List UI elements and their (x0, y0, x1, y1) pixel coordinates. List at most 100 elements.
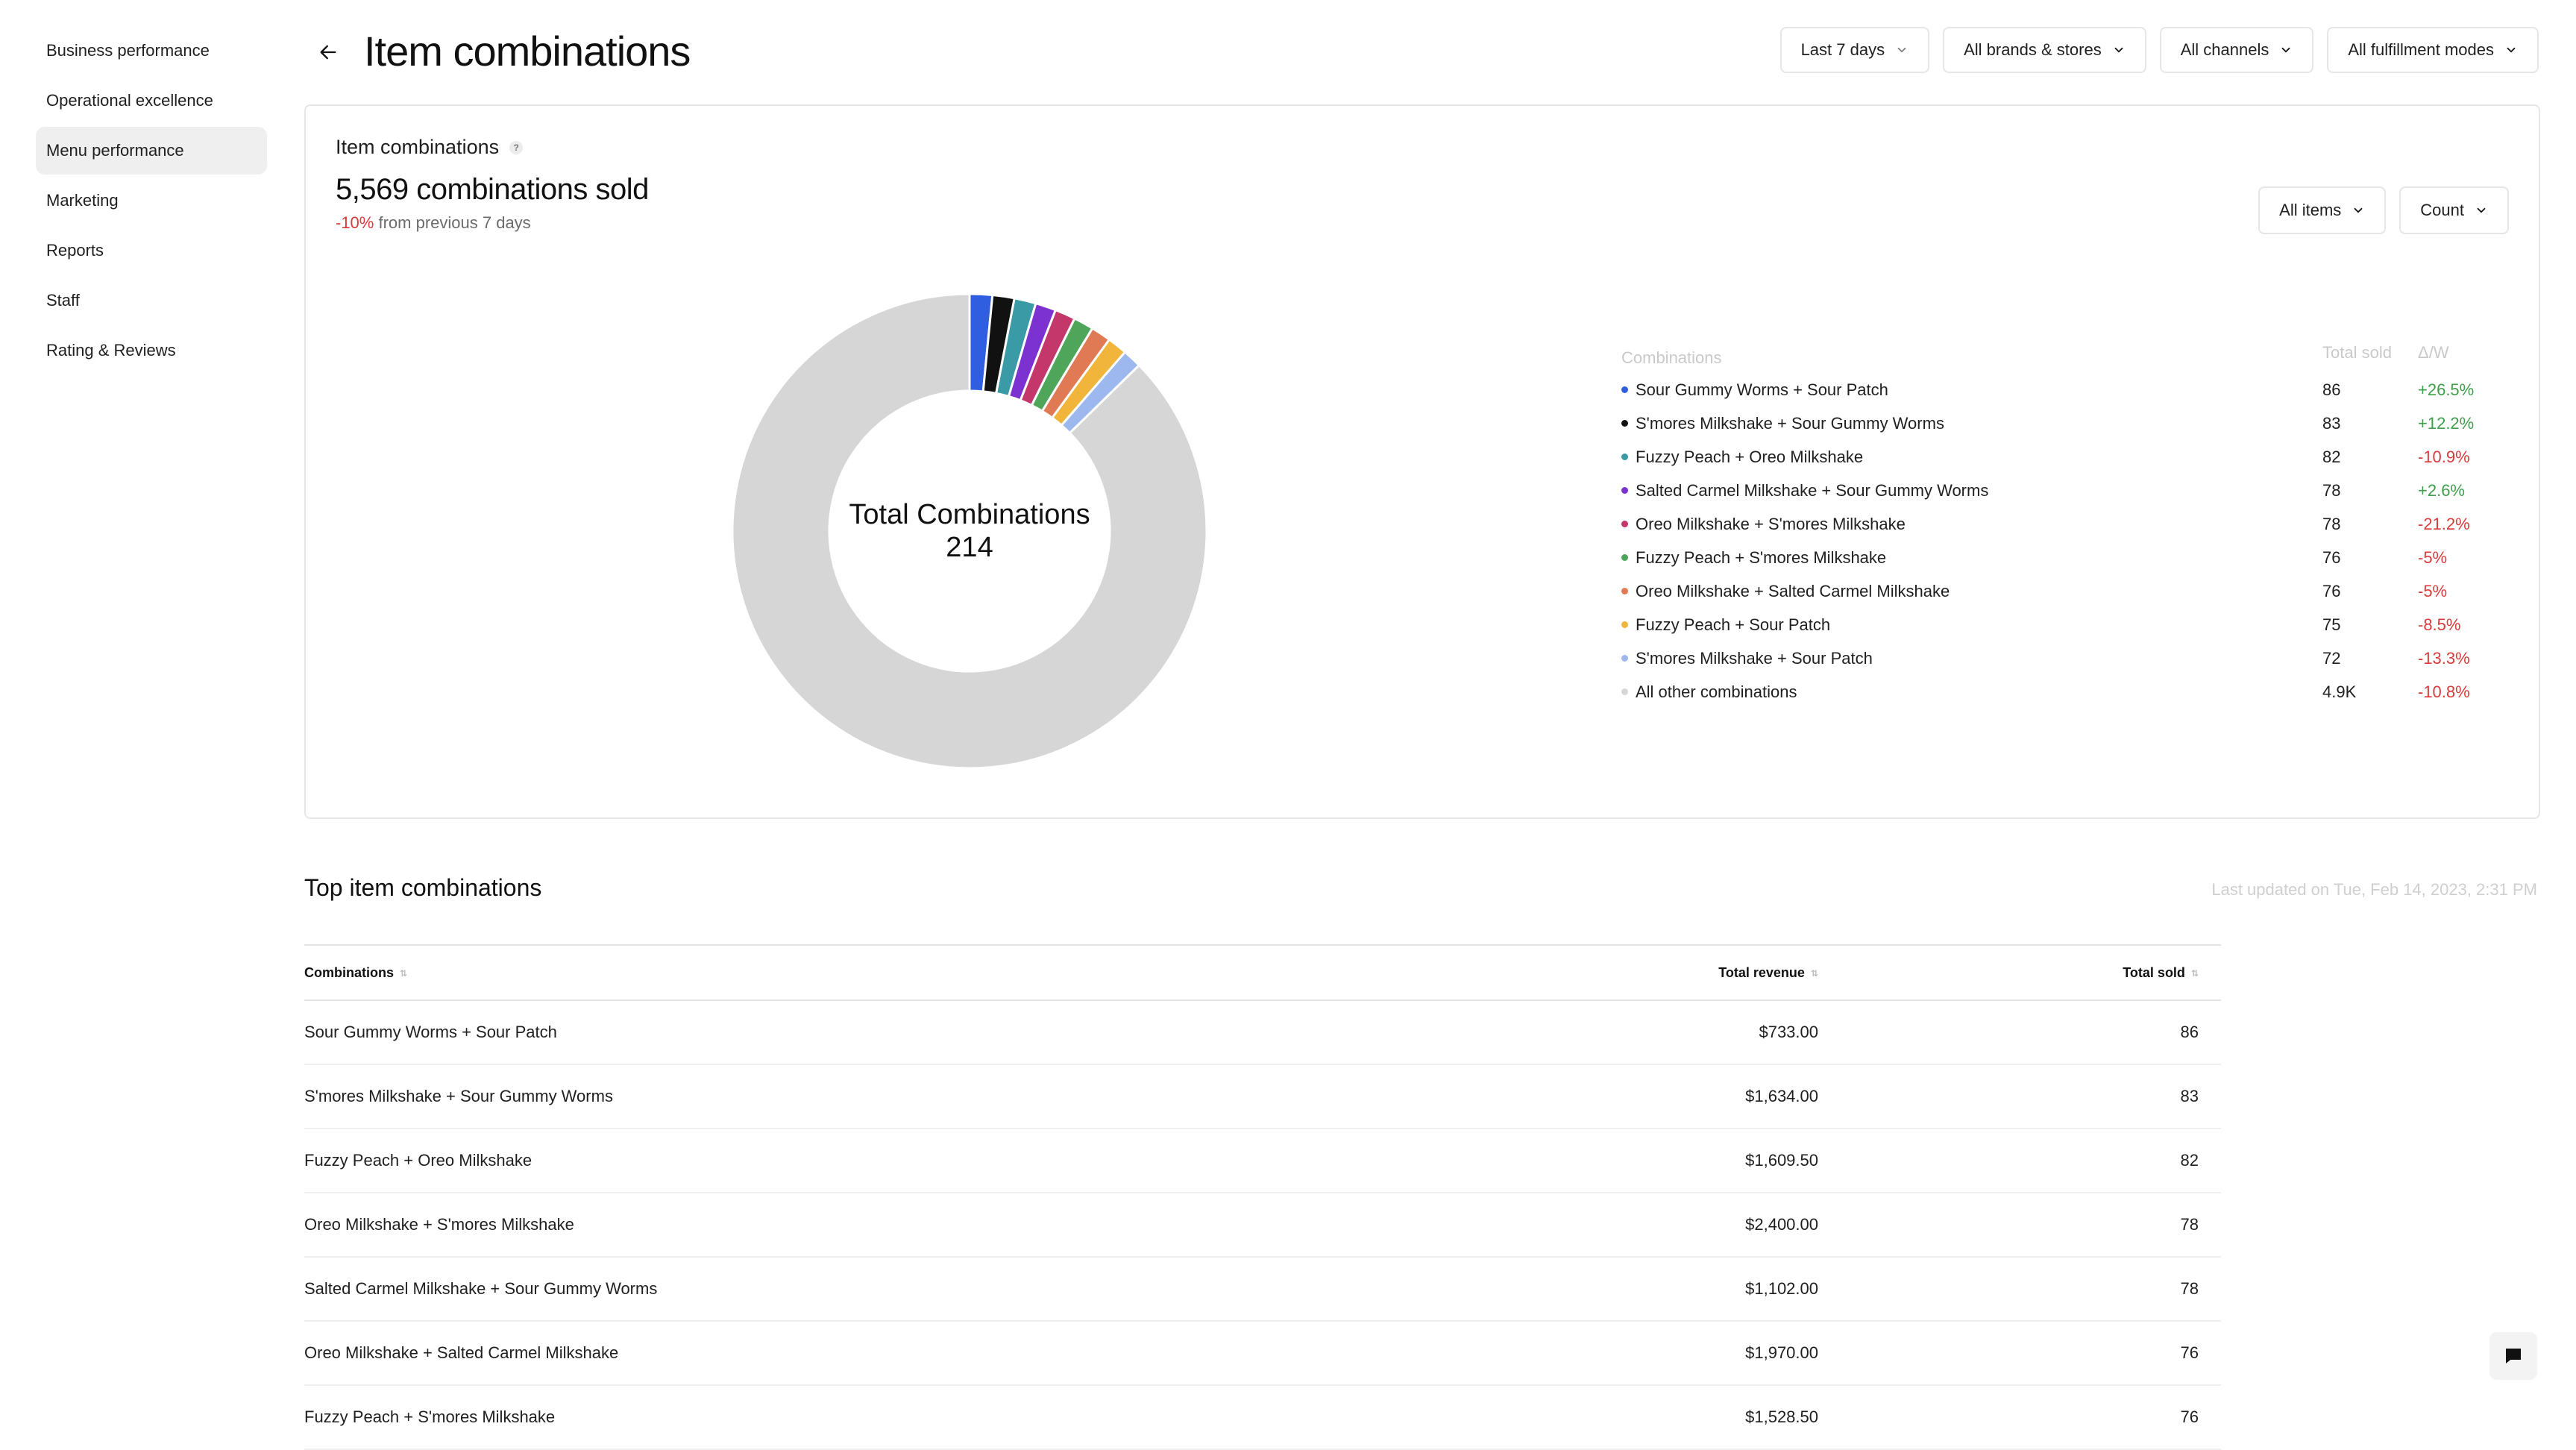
legend-delta: -10.8% (2418, 682, 2470, 701)
table-row[interactable]: Oreo Milkshake + Salted Carmel Milkshake… (304, 1322, 2221, 1386)
items-filter[interactable]: All items (2258, 186, 2387, 234)
sort-icon: ⇅ (1810, 967, 1818, 979)
chat-button[interactable] (2489, 1332, 2537, 1380)
legend-label: S'mores Milkshake + Sour Gummy Worms (1636, 413, 1944, 433)
sort-icon: ⇅ (400, 967, 408, 979)
legend-label: Fuzzy Peach + S'mores Milkshake (1636, 547, 1887, 567)
legend-total-sold: 83 (2322, 413, 2341, 433)
cell-total-sold: 83 (2180, 1087, 2199, 1105)
brands-stores-filter[interactable]: All brands & stores (1943, 27, 2146, 73)
column-header-label: Total sold (2123, 964, 2185, 980)
card-controls: All items Count (2258, 186, 2509, 234)
legend-label: Oreo Milkshake + Salted Carmel Milkshake (1636, 581, 1950, 600)
chevron-down-icon (2281, 47, 2290, 53)
legend-header-total-sold: Total sold (2322, 343, 2392, 362)
page-header: Item combinations Last 7 days All brands… (304, 21, 2539, 84)
question-icon[interactable]: ? (509, 140, 524, 154)
change-summary: -10% from previous 7 days (336, 213, 531, 233)
cell-combination: Oreo Milkshake + S'mores Milkshake (304, 1215, 574, 1234)
sidebar-item-marketing[interactable]: Marketing (36, 177, 267, 225)
cell-total-revenue: $733.00 (1759, 1023, 1818, 1041)
fulfillment-modes-filter[interactable]: All fulfillment modes (2327, 27, 2539, 73)
metric-filter[interactable]: Count (2399, 186, 2509, 234)
legend-delta: +12.2% (2418, 413, 2475, 433)
column-header-combinations[interactable]: Combinations ⇅ (304, 965, 1572, 981)
legend-combination: S'mores Milkshake + Sour Patch (1621, 649, 2322, 668)
legend-table: Combinations Total sold Δ/W Sour Gummy W… (1621, 343, 2487, 709)
sort-icon: ⇅ (2190, 967, 2199, 979)
cell-total-revenue: $1,609.50 (1745, 1151, 1818, 1170)
cell-total-revenue: $1,102.00 (1745, 1279, 1818, 1298)
arrow-left-icon (320, 45, 336, 60)
legend-delta: -21.2% (2418, 514, 2470, 533)
legend-label: Fuzzy Peach + Oreo Milkshake (1636, 447, 1864, 466)
cell-combination: Fuzzy Peach + Oreo Milkshake (304, 1151, 533, 1170)
chevron-down-icon (2354, 207, 2363, 213)
top-combinations-table: Combinations ⇅ Total revenue ⇅ Total sold ⇅… (304, 944, 2221, 1450)
legend-row: Oreo Milkshake + Salted Carmel Milkshake… (1621, 574, 2487, 608)
legend-total-sold: 75 (2322, 615, 2341, 634)
legend-label: Sour Gummy Worms + Sour Patch (1636, 380, 1888, 399)
sidebar: Business performance Operational excelle… (36, 27, 267, 377)
legend-swatch (1621, 386, 1628, 393)
cell-combination: S'mores Milkshake + Sour Gummy Worms (304, 1087, 613, 1105)
sidebar-item-staff[interactable]: Staff (36, 277, 267, 324)
date-range-filter[interactable]: Last 7 days (1779, 27, 1930, 73)
legend-row: S'mores Milkshake + Sour Patch 72 -13.3% (1621, 641, 2487, 675)
legend-label: S'mores Milkshake + Sour Patch (1636, 648, 1873, 668)
legend-row: Sour Gummy Worms + Sour Patch 86 +26.5% (1621, 373, 2487, 407)
sidebar-item-reports[interactable]: Reports (36, 227, 267, 274)
legend-label: All other combinations (1636, 682, 1797, 701)
legend-swatch (1621, 655, 1628, 662)
legend-combination: Oreo Milkshake + S'mores Milkshake (1621, 515, 2322, 534)
back-button[interactable] (313, 37, 343, 67)
legend-delta: -13.3% (2418, 648, 2470, 668)
sidebar-item-menu-performance[interactable]: Menu performance (36, 127, 267, 175)
cell-total-revenue: $1,528.50 (1745, 1407, 1818, 1426)
legend-combination: S'mores Milkshake + Sour Gummy Worms (1621, 414, 2322, 433)
legend-swatch (1621, 420, 1628, 427)
legend-header: Combinations Total sold Δ/W (1621, 343, 2487, 373)
legend-combination: Fuzzy Peach + Sour Patch (1621, 615, 2322, 635)
channels-label: All channels (2180, 40, 2269, 59)
chevron-down-icon (1897, 47, 1906, 53)
table-body: Sour Gummy Worms + Sour Patch $733.00 86 S'… (304, 1001, 2221, 1450)
sidebar-item-business-performance[interactable]: Business performance (36, 27, 267, 75)
sidebar-item-rating-reviews[interactable]: Rating & Reviews (36, 327, 267, 374)
legend-combination: Fuzzy Peach + S'mores Milkshake (1621, 548, 2322, 568)
table-row[interactable]: S'mores Milkshake + Sour Gummy Worms $1,6… (304, 1065, 2221, 1129)
chat-icon (2506, 1349, 2521, 1363)
legend-row: S'mores Milkshake + Sour Gummy Worms 83 +1… (1621, 407, 2487, 440)
table-row[interactable]: Fuzzy Peach + S'mores Milkshake $1,528.50… (304, 1386, 2221, 1450)
legend-delta: -5% (2418, 547, 2448, 567)
channels-filter[interactable]: All channels (2159, 27, 2314, 73)
cell-combination: Salted Carmel Milkshake + Sour Gummy Wor… (304, 1279, 658, 1298)
legend-row: Oreo Milkshake + S'mores Milkshake 78 -21.… (1621, 507, 2487, 541)
legend-delta: -8.5% (2418, 615, 2461, 634)
legend-combination: Salted Carmel Milkshake + Sour Gummy Wor… (1621, 481, 2322, 500)
legend-swatch (1621, 554, 1628, 561)
table-row[interactable]: Oreo Milkshake + S'mores Milkshake $2,400… (304, 1193, 2221, 1258)
column-header-total-sold[interactable]: Total sold ⇅ (1818, 965, 2199, 981)
legend-swatch (1621, 688, 1628, 695)
legend-swatch (1621, 521, 1628, 527)
table-row[interactable]: Sour Gummy Worms + Sour Patch $733.00 86 (304, 1001, 2221, 1065)
legend-total-sold: 78 (2322, 480, 2341, 500)
combinations-sold-headline: 5,569 combinations sold (336, 173, 649, 206)
page: Business performance Operational excelle… (0, 0, 2576, 1450)
table-row[interactable]: Fuzzy Peach + Oreo Milkshake $1,609.50 82 (304, 1129, 2221, 1193)
legend-rows: Sour Gummy Worms + Sour Patch 86 +26.5% S'm… (1621, 373, 2487, 709)
sidebar-item-operational-excellence[interactable]: Operational excellence (36, 77, 267, 125)
legend-total-sold: 76 (2322, 547, 2341, 567)
change-suffix: from previous 7 days (378, 213, 531, 232)
brands-stores-label: All brands & stores (1964, 40, 2102, 59)
card-title: Item combinations ? (336, 136, 524, 159)
column-header-label: Total revenue (1718, 964, 1805, 980)
legend-total-sold: 76 (2322, 581, 2341, 600)
legend-total-sold: 72 (2322, 648, 2341, 668)
cell-combination: Oreo Milkshake + Salted Carmel Milkshake (304, 1343, 619, 1362)
table-row[interactable]: Salted Carmel Milkshake + Sour Gummy Wor… (304, 1258, 2221, 1322)
column-header-total-revenue[interactable]: Total revenue ⇅ (1572, 965, 1818, 981)
cell-total-revenue: $1,970.00 (1745, 1343, 1818, 1362)
chevron-down-icon (2114, 47, 2123, 53)
